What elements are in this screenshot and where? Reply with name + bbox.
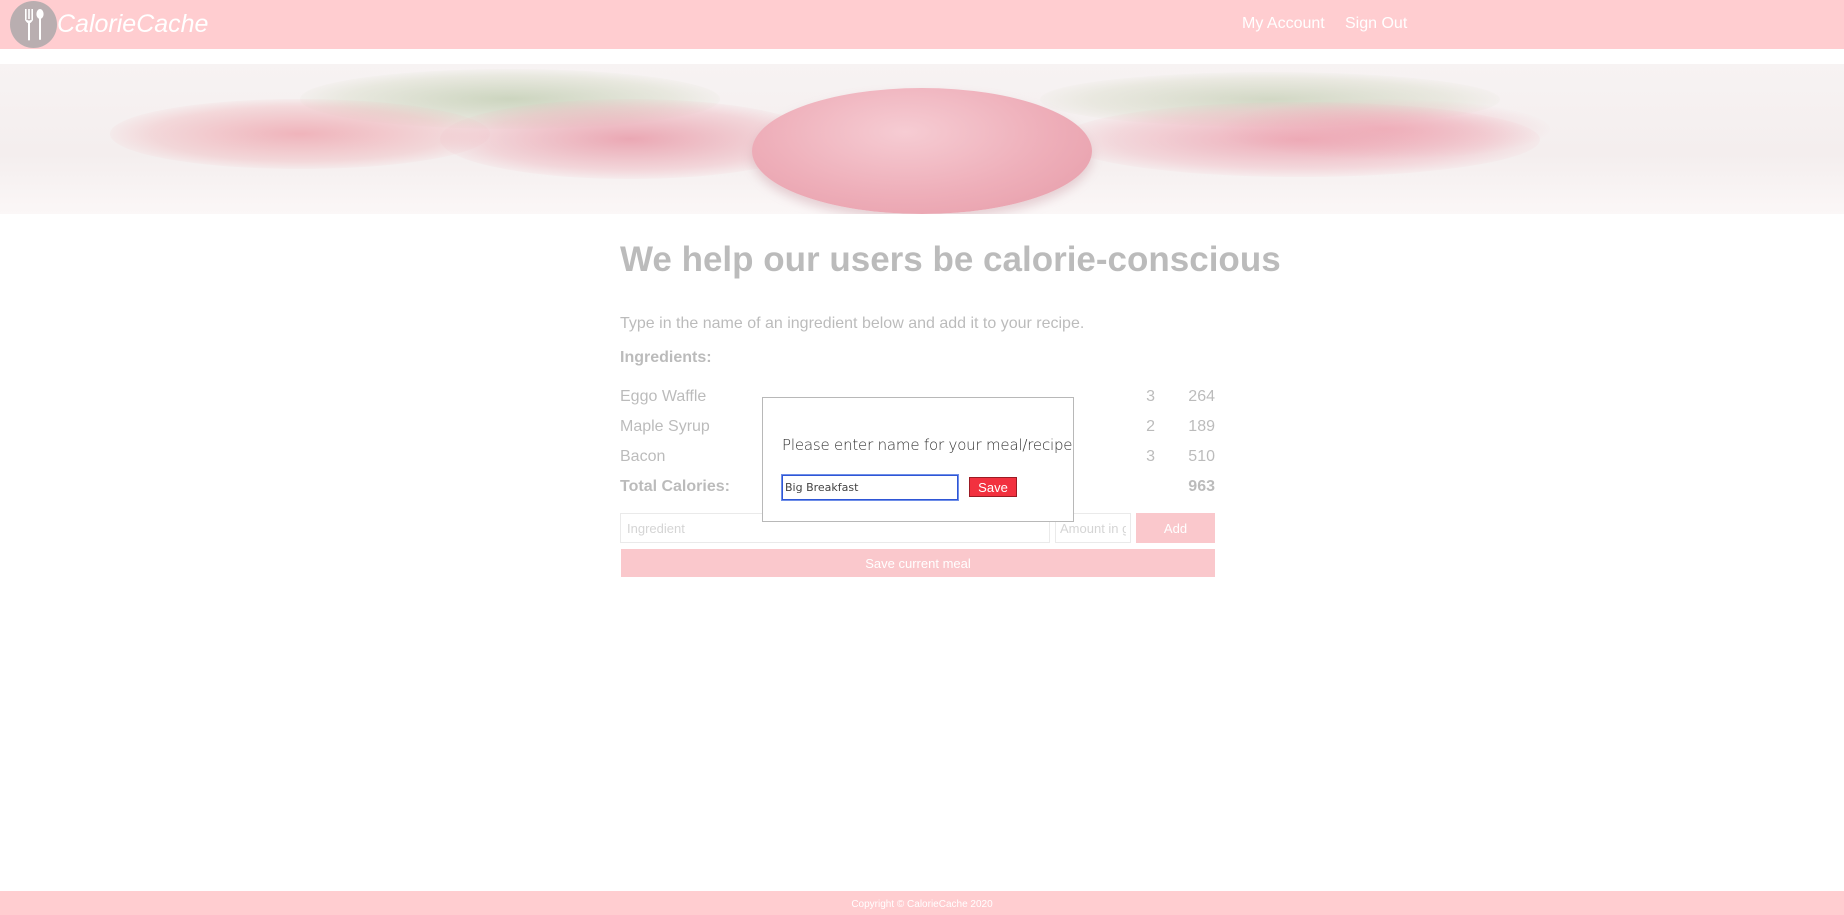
meal-name-dialog: Please enter name for your meal/recipe S… — [762, 397, 1074, 522]
page-title: We help our users be calorie-conscious — [620, 240, 1281, 279]
hero-blob — [752, 88, 1092, 214]
logo[interactable] — [10, 1, 57, 48]
meal-name-input[interactable] — [781, 474, 959, 501]
sign-out-link[interactable]: Sign Out — [1345, 15, 1407, 33]
dialog-prompt: Please enter name for your meal/recipe — [782, 436, 1073, 454]
brand-name[interactable]: CalorieCache — [57, 10, 208, 39]
total-calories: 963 — [1188, 478, 1215, 495]
ingredient-qty: 2 — [1146, 418, 1155, 435]
hero-blob — [110, 99, 490, 169]
fork-knife-icon — [25, 9, 44, 41]
hero-banner — [0, 64, 1844, 214]
ingredients-label: Ingredients: — [620, 349, 712, 366]
ingredient-qty: 3 — [1146, 388, 1155, 405]
intro-text: Type in the name of an ingredient below … — [620, 315, 1085, 332]
ingredient-qty: 3 — [1146, 448, 1155, 465]
my-account-link[interactable]: My Account — [1242, 15, 1325, 33]
ingredient-name: Bacon — [620, 448, 666, 465]
footer: Copyright © CalorieCache 2020 — [0, 891, 1844, 915]
ingredient-name: Maple Syrup — [620, 418, 710, 435]
copyright-text: Copyright © CalorieCache 2020 — [851, 899, 993, 910]
navbar: CalorieCache My Account Sign Out — [0, 0, 1844, 49]
ingredient-calories: 510 — [1188, 448, 1215, 465]
ingredient-name: Eggo Waffle — [620, 388, 707, 405]
ingredient-calories: 264 — [1188, 388, 1215, 405]
hero-blob — [1220, 99, 1550, 159]
ingredient-calories: 189 — [1188, 418, 1215, 435]
add-button[interactable]: Add — [1136, 513, 1215, 543]
total-label: Total Calories: — [620, 478, 730, 495]
dialog-save-button[interactable]: Save — [969, 477, 1017, 497]
save-current-meal-button[interactable]: Save current meal — [621, 549, 1215, 577]
